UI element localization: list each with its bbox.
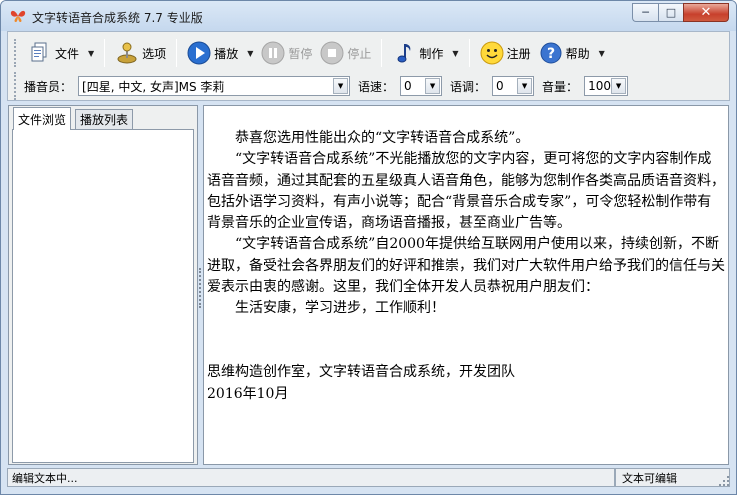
announcer-label: 播音员： bbox=[24, 79, 73, 94]
help-icon: ? bbox=[539, 41, 563, 65]
main-toolbar: 文件 ▼ 选项 播放 ▼ 暂停 停止 制作 ▼ 注册 ? 帮助 ▼ bbox=[14, 36, 609, 70]
pitch-value: 0 bbox=[496, 79, 504, 93]
music-note-icon bbox=[392, 41, 416, 65]
splitter-grip[interactable] bbox=[199, 268, 202, 308]
speed-label: 语速： bbox=[358, 79, 395, 94]
editor-paragraph: 思维构造创作室，文字转语音合成系统，开发团队 bbox=[207, 364, 515, 381]
chevron-down-icon[interactable]: ▼ bbox=[452, 49, 458, 58]
make-label: 制作 bbox=[419, 46, 444, 61]
toolbar-panel: 文件 ▼ 选项 播放 ▼ 暂停 停止 制作 ▼ 注册 ? 帮助 ▼ 播音员： [… bbox=[7, 31, 730, 101]
play-button[interactable]: 播放 ▼ bbox=[183, 38, 257, 68]
window-title: 文字转语音合成系统 7.7 专业版 bbox=[32, 11, 203, 25]
pause-button[interactable]: 暂停 bbox=[257, 38, 316, 68]
chevron-down-icon[interactable]: ▼ bbox=[425, 78, 441, 94]
close-button[interactable]: ✕ bbox=[683, 3, 729, 22]
chevron-down-icon[interactable]: ▼ bbox=[88, 49, 94, 58]
chevron-down-icon[interactable]: ▼ bbox=[517, 78, 533, 94]
svg-text:?: ? bbox=[547, 46, 555, 62]
left-pane: 文件浏览 播放列表 bbox=[8, 105, 198, 465]
stop-label: 停止 bbox=[347, 46, 372, 61]
voice-settings-bar: 播音员： [四星, 中文, 女声]MS 李莉 ▼ 语速： 0 ▼ 语调： 0 ▼… bbox=[14, 72, 629, 100]
status-right: 文本可编辑 bbox=[615, 468, 730, 487]
toolbar-grip[interactable] bbox=[14, 39, 18, 67]
volume-select[interactable]: 100 ▼ bbox=[584, 76, 629, 96]
stop-icon bbox=[320, 41, 344, 65]
editor-paragraph: “文字转语音合成系统”不光能播放您的文字内容，更可将您的文字内容制作成语音音频，… bbox=[207, 151, 725, 232]
pitch-select[interactable]: 0 ▼ bbox=[492, 76, 535, 96]
options-label: 选项 bbox=[142, 46, 167, 61]
status-left: 编辑文本中... bbox=[7, 468, 615, 487]
editor-content[interactable]: 恭喜您选用性能出众的“文字转语音合成系统”。 “文字转语音合成系统”不光能播放您… bbox=[207, 128, 725, 405]
left-tabs: 文件浏览 播放列表 bbox=[9, 106, 197, 130]
speed-select[interactable]: 0 ▼ bbox=[400, 76, 443, 96]
volume-label: 音量： bbox=[542, 79, 579, 94]
file-button[interactable]: 文件 ▼ bbox=[24, 38, 98, 68]
help-label: 帮助 bbox=[565, 46, 590, 61]
editor-paragraph: 2016年10月 bbox=[207, 385, 289, 402]
chevron-down-icon[interactable]: ▼ bbox=[611, 78, 627, 94]
volume-value: 100 bbox=[588, 79, 611, 93]
options-button[interactable]: 选项 bbox=[111, 38, 170, 68]
butterfly-app-icon bbox=[10, 10, 26, 22]
pause-label: 暂停 bbox=[288, 46, 313, 61]
announcer-select[interactable]: [四星, 中文, 女声]MS 李莉 ▼ bbox=[78, 76, 351, 96]
pitch-label: 语调： bbox=[450, 79, 487, 94]
stop-button[interactable]: 停止 bbox=[316, 38, 375, 68]
file-label: 文件 bbox=[55, 46, 80, 61]
chevron-down-icon[interactable]: ▼ bbox=[599, 49, 605, 58]
title-bar[interactable]: 文字转语音合成系统 7.7 专业版 ─ □ ✕ bbox=[1, 1, 736, 31]
chevron-down-icon[interactable]: ▼ bbox=[333, 78, 349, 94]
make-button[interactable]: 制作 ▼ bbox=[388, 38, 462, 68]
help-button[interactable]: ? 帮助 ▼ bbox=[535, 38, 609, 68]
toolbar-separator bbox=[176, 39, 178, 67]
play-icon bbox=[187, 41, 211, 65]
editor-blank-line bbox=[207, 320, 725, 341]
pause-icon bbox=[261, 41, 285, 65]
register-label: 注册 bbox=[506, 46, 531, 61]
toolbar-separator bbox=[381, 39, 383, 67]
register-button[interactable]: 注册 bbox=[476, 38, 535, 68]
smiley-icon bbox=[480, 41, 504, 65]
announcer-value: [四星, 中文, 女声]MS 李莉 bbox=[82, 79, 225, 94]
tab-file-browse[interactable]: 文件浏览 bbox=[13, 107, 72, 130]
editor-paragraph: 恭喜您选用性能出众的“文字转语音合成系统”。 bbox=[235, 130, 530, 146]
resize-grip-icon[interactable] bbox=[718, 475, 730, 487]
maximize-button[interactable]: □ bbox=[658, 3, 683, 22]
text-editor[interactable]: 恭喜您选用性能出众的“文字转语音合成系统”。 “文字转语音合成系统”不光能播放您… bbox=[203, 105, 729, 465]
file-tree-panel[interactable] bbox=[12, 129, 194, 463]
editor-blank-line bbox=[207, 341, 725, 362]
caption-buttons: ─ □ ✕ bbox=[632, 3, 729, 22]
editor-paragraph: 生活安康，学习进步，工作顺利！ bbox=[235, 300, 445, 317]
minimize-button[interactable]: ─ bbox=[632, 3, 658, 22]
joystick-icon bbox=[115, 41, 139, 65]
toolbar-separator bbox=[104, 39, 106, 67]
toolbar-grip[interactable] bbox=[14, 72, 18, 100]
status-bar: 编辑文本中... 文本可编辑 bbox=[7, 468, 730, 487]
play-label: 播放 bbox=[214, 46, 239, 61]
app-window: 文字转语音合成系统 7.7 专业版 ─ □ ✕ 文件 ▼ 选项 播放 ▼ 暂停 … bbox=[0, 0, 737, 495]
toolbar-separator bbox=[468, 39, 470, 67]
documents-icon bbox=[28, 41, 52, 65]
editor-paragraph: “文字转语音合成系统”自2000年提供给互联网用户使用以来，持续创新，不断进取，… bbox=[207, 236, 725, 296]
chevron-down-icon[interactable]: ▼ bbox=[247, 49, 253, 58]
tab-playlist[interactable]: 播放列表 bbox=[75, 109, 134, 129]
speed-value: 0 bbox=[404, 79, 412, 93]
